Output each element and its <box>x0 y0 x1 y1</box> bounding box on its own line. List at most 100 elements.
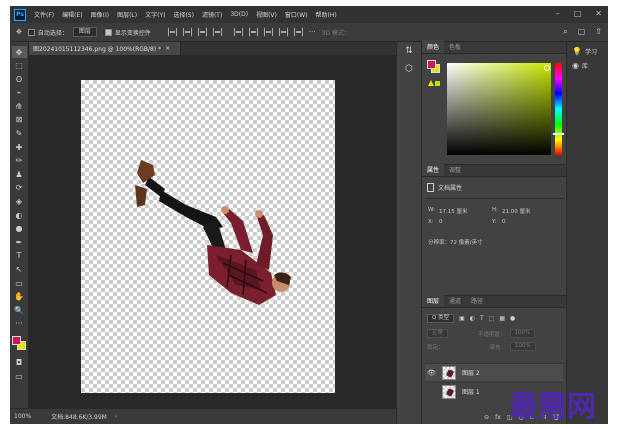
blur-tool-icon[interactable]: ● <box>12 223 27 235</box>
layer-filter-dropdown[interactable]: Q 类型 <box>427 313 455 323</box>
auto-select-dropdown[interactable]: 图层 <box>72 27 97 37</box>
frame-tool-icon[interactable]: ⊠ <box>12 114 27 126</box>
pen-tool-icon[interactable]: ✒ <box>12 236 27 248</box>
eraser-tool-icon[interactable]: ◈ <box>12 196 27 208</box>
x-value[interactable]: 0 <box>439 219 443 225</box>
type-tool-icon[interactable]: T <box>12 250 27 262</box>
zoom-level[interactable]: 100% <box>14 413 31 420</box>
tab-swatches[interactable]: 色板 <box>444 40 466 53</box>
color-swatches[interactable] <box>11 335 27 353</box>
layer-name[interactable]: 图层 2 <box>462 368 480 377</box>
search-icon[interactable]: ⌕ <box>563 27 567 37</box>
tab-adjustments[interactable]: 调整 <box>444 163 466 176</box>
gradient-tool-icon[interactable]: ◐ <box>12 209 27 221</box>
menu-select[interactable]: 选择(S) <box>173 10 194 19</box>
opacity-field[interactable]: 100% <box>509 329 536 338</box>
share-icon[interactable]: ⇧ <box>595 27 602 37</box>
color-picker-marker[interactable] <box>544 65 550 71</box>
distribute-middle-icon[interactable] <box>293 28 303 36</box>
menu-help[interactable]: 帮助(H) <box>316 10 337 19</box>
filter-smart-object-icon[interactable]: ▦ <box>499 315 505 322</box>
height-value[interactable]: 21.00 厘米 <box>502 207 531 215</box>
show-transform-checkbox[interactable] <box>104 28 112 36</box>
distribute-center-icon[interactable] <box>248 28 258 36</box>
marquee-tool-icon[interactable]: ⬚ <box>12 60 27 72</box>
align-center-icon[interactable] <box>182 28 192 36</box>
clone-stamp-tool-icon[interactable]: ♟ <box>12 168 27 180</box>
menu-3d[interactable]: 3D(D) <box>230 11 248 18</box>
menu-type[interactable]: 文字(Y) <box>145 10 165 19</box>
tab-paths[interactable]: 路径 <box>466 294 488 307</box>
lasso-tool-icon[interactable]: ʘ <box>12 73 27 85</box>
healing-brush-tool-icon[interactable]: ✚ <box>12 141 27 153</box>
move-tool-icon[interactable]: ✥ <box>11 46 27 58</box>
canvas-area[interactable] <box>29 55 396 408</box>
blend-mode-dropdown[interactable]: 正常 <box>427 329 449 338</box>
move-tool-preset-icon[interactable]: ✥ <box>16 28 22 36</box>
menu-layer[interactable]: 图层(L) <box>117 10 137 19</box>
filter-type-icon[interactable]: T <box>480 315 484 322</box>
layer-name[interactable]: 图层 1 <box>462 387 480 396</box>
brush-tool-icon[interactable]: ✏ <box>12 155 27 167</box>
path-select-tool-icon[interactable]: ↖ <box>12 264 27 276</box>
zoom-tool-icon[interactable]: 🔍 <box>12 304 27 316</box>
eyedropper-tool-icon[interactable]: ✎ <box>12 128 27 140</box>
align-left-icon[interactable] <box>167 28 177 36</box>
foreground-color-swatch[interactable] <box>12 336 21 346</box>
menu-window[interactable]: 窗口(W) <box>285 10 308 19</box>
align-right-icon[interactable] <box>197 28 207 36</box>
history-brush-tool-icon[interactable]: ⟳ <box>12 182 27 194</box>
link-layers-icon[interactable]: ⊝ <box>484 414 489 421</box>
document-canvas[interactable] <box>81 80 335 393</box>
width-value[interactable]: 17.15 厘米 <box>439 207 468 215</box>
color-panel-swatches[interactable] <box>427 60 441 74</box>
filter-pixel-icon[interactable]: ▣ <box>459 315 465 322</box>
history-panel-icon[interactable]: ⇅ <box>401 46 417 60</box>
minimize-button[interactable]: – <box>556 9 560 18</box>
screen-mode-icon[interactable]: ▭ <box>12 370 27 382</box>
align-top-icon[interactable] <box>212 28 222 36</box>
hue-slider-handle[interactable] <box>553 133 564 135</box>
menu-edit[interactable]: 编辑(E) <box>62 10 82 19</box>
tab-color[interactable]: 颜色 <box>422 40 445 53</box>
filter-adjustment-icon[interactable]: ◐ <box>470 315 475 322</box>
gamut-warning-icon[interactable] <box>428 80 440 90</box>
distribute-right-icon[interactable] <box>263 28 273 36</box>
menu-image[interactable]: 图像(I) <box>91 10 109 19</box>
tab-layers[interactable]: 图层 <box>422 294 445 307</box>
filter-shape-icon[interactable]: ⬚ <box>489 315 495 322</box>
fill-field[interactable]: 100% <box>510 342 536 351</box>
crop-tool-icon[interactable]: ⟰ <box>12 100 27 112</box>
saturation-value-field[interactable] <box>447 63 551 155</box>
3d-panel-icon[interactable]: ⬡ <box>401 64 417 78</box>
close-button[interactable]: ✕ <box>595 9 602 18</box>
document-tab[interactable]: 图20241015112346.png @ 100%(RGB/8) * × <box>29 42 181 55</box>
document-close-icon[interactable]: × <box>165 45 170 52</box>
menu-file[interactable]: 文件(F) <box>34 10 54 19</box>
tab-channels[interactable]: 通道 <box>444 294 466 307</box>
distribute-top-icon[interactable] <box>278 28 288 36</box>
more-tools-icon[interactable]: ··· <box>12 318 27 330</box>
hand-tool-icon[interactable]: ✋ <box>12 291 27 303</box>
auto-select-checkbox[interactable] <box>27 28 35 36</box>
hue-slider[interactable] <box>553 63 564 155</box>
layer-style-icon[interactable]: fx <box>495 414 501 421</box>
libraries-item[interactable]: ◉ 库 <box>572 61 608 70</box>
tab-properties[interactable]: 属性 <box>422 163 445 176</box>
status-menu-arrow-icon[interactable]: › <box>115 413 117 420</box>
filter-toggle-icon[interactable]: ● <box>510 315 515 322</box>
quick-select-tool-icon[interactable]: ⌁ <box>12 87 27 99</box>
more-options-icon[interactable]: ··· <box>309 28 316 36</box>
panel-foreground-swatch[interactable] <box>427 60 436 69</box>
rectangle-tool-icon[interactable]: ▭ <box>12 277 27 289</box>
maximize-button[interactable]: □ <box>574 9 582 18</box>
menu-view[interactable]: 视图(V) <box>256 10 277 19</box>
eye-icon[interactable]: 👁 <box>427 369 437 377</box>
layer-row-2[interactable]: 👁 图层 2 <box>425 363 563 381</box>
y-value[interactable]: 0 <box>502 219 506 225</box>
quick-mask-icon[interactable]: ◘ <box>12 356 27 368</box>
workspace-icon[interactable]: ▢ <box>578 27 586 37</box>
learn-item[interactable]: 💡 学习 <box>572 47 608 56</box>
menu-filter[interactable]: 滤镜(T) <box>202 10 222 19</box>
distribute-left-icon[interactable] <box>233 28 243 36</box>
